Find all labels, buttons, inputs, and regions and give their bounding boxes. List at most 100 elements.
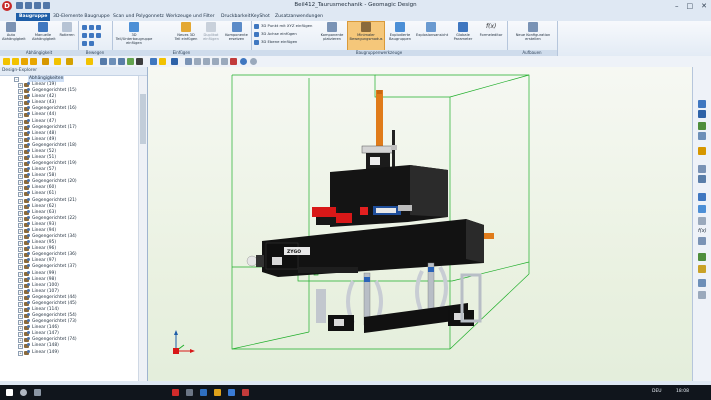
select-icon[interactable]	[3, 58, 10, 65]
constraint-icon	[24, 136, 30, 142]
highlight-icon[interactable]	[86, 58, 93, 65]
browser-taskbar-icon[interactable]	[228, 389, 235, 396]
global-parameters-button[interactable]: Globale Parameter	[451, 22, 475, 41]
select-edge-icon[interactable]	[30, 58, 37, 65]
scene-icon[interactable]	[698, 279, 706, 287]
constraint-icon	[24, 258, 30, 264]
paste-icon[interactable]	[203, 58, 210, 65]
insert-plane-button[interactable]: 3D Ebene einfügen	[254, 39, 297, 45]
constraint-icon	[24, 155, 30, 161]
tree-item[interactable]: + Linear (149)	[0, 349, 138, 356]
filter-icon[interactable]	[42, 58, 49, 65]
exploded-assemblies-button[interactable]: Explodierte Baugruppen	[386, 22, 414, 41]
explosion-view-button[interactable]: Explosionsansicht	[416, 22, 448, 37]
new-part-button[interactable]: Neues 3D Teil einfügen	[174, 22, 198, 41]
minimize-icon[interactable]: –	[675, 2, 679, 10]
model-canvas[interactable]: ZYGO	[148, 67, 692, 381]
app-taskbar-icon-3[interactable]	[242, 389, 249, 396]
3d-viewport[interactable]: ZYGO	[148, 67, 692, 381]
insert-axis-button[interactable]: 3D Achse einfügen	[254, 31, 297, 37]
start-icon[interactable]	[6, 389, 13, 396]
replace-icon	[231, 22, 242, 32]
pan-icon[interactable]	[698, 165, 706, 173]
render-icon[interactable]	[127, 58, 134, 65]
print-icon[interactable]	[185, 58, 192, 65]
minimal-motion-button[interactable]: Minimaler Bewegungsmodus	[347, 21, 385, 51]
title-bar: D Beil412_Taurusmechanik - Geomagic Desi…	[0, 0, 711, 12]
sphere-icon[interactable]	[250, 58, 257, 65]
zoom-icon[interactable]	[698, 147, 706, 155]
constraint-icon	[24, 197, 30, 203]
lighting-icon[interactable]	[159, 58, 166, 65]
fit-view-icon[interactable]	[698, 193, 706, 201]
duplicate-button[interactable]: Duplikat einfügen	[200, 22, 222, 41]
sketch-icon[interactable]	[698, 205, 706, 213]
insert-subassembly-button[interactable]: 3D Teil/Unterbaugruppe einfügen	[114, 22, 154, 45]
copy-icon[interactable]	[194, 58, 201, 65]
link-icon[interactable]	[66, 58, 73, 65]
ruler-icon[interactable]	[698, 217, 706, 225]
parts-icon[interactable]	[698, 237, 706, 245]
select-part-icon[interactable]	[12, 58, 19, 65]
move-tools[interactable]	[82, 24, 103, 30]
shaded-icon[interactable]	[150, 58, 157, 65]
tab-3d-elemente[interactable]: 3D-Elemente Baugruppe	[50, 13, 113, 21]
move-tools-2[interactable]	[82, 32, 103, 38]
maximize-icon[interactable]: □	[687, 2, 694, 10]
search-icon[interactable]	[20, 389, 27, 396]
expand-icon[interactable]: +	[18, 350, 23, 356]
auto-constraint-button[interactable]: Auto Abhängigkeit	[2, 22, 26, 41]
select-face-icon[interactable]	[21, 58, 28, 65]
task-view-icon[interactable]	[34, 389, 41, 396]
section-icon[interactable]	[118, 58, 125, 65]
constraint-icon	[24, 209, 30, 215]
cut-icon[interactable]	[212, 58, 219, 65]
constraint-icon	[24, 282, 30, 288]
auto-constraint-icon	[6, 22, 16, 32]
view-iso-icon[interactable]	[698, 100, 706, 108]
material-icon[interactable]	[698, 253, 706, 261]
replace-component-button[interactable]: Komponente ersetzen	[224, 22, 249, 41]
clock[interactable]: 18:08	[676, 389, 689, 394]
tab-werkzeuge[interactable]: Werkzeuge und Filter	[163, 13, 218, 21]
place-component-button[interactable]: Komponente platzieren	[317, 22, 347, 41]
settings-icon[interactable]	[698, 291, 706, 299]
manual-constraint-button[interactable]: Manuelle Abhängigkeit	[32, 22, 56, 41]
display-mode-icon[interactable]	[136, 58, 143, 65]
rotate-button[interactable]: Rotieren	[58, 22, 76, 37]
explorer-taskbar-icon[interactable]	[214, 389, 221, 396]
close-icon[interactable]: ✕	[701, 2, 707, 10]
orbit-icon[interactable]	[698, 175, 706, 183]
constraint-icon	[24, 227, 30, 233]
formula-editor-button[interactable]: f(x) Formeleditor	[477, 22, 505, 37]
view-cube-icon[interactable]	[100, 58, 107, 65]
globe-icon[interactable]	[240, 58, 247, 65]
view-side-icon[interactable]	[698, 132, 706, 140]
language-indicator[interactable]: DEU	[652, 389, 662, 394]
tab-keyshot[interactable]: KeyShot	[248, 13, 273, 21]
formula-side-icon[interactable]: f(x)	[698, 227, 707, 235]
app-taskbar-icon-2[interactable]	[200, 389, 207, 396]
grid-icon[interactable]	[221, 58, 228, 65]
delete-icon[interactable]	[230, 58, 237, 65]
scrollbar-thumb[interactable]	[140, 94, 146, 144]
constraint-icon	[24, 306, 30, 312]
view-front-icon[interactable]	[698, 110, 706, 118]
texture-icon[interactable]	[698, 265, 706, 273]
explorer-scrollbar[interactable]	[138, 76, 147, 381]
new-configuration-button[interactable]: Neue Konfiguration erstellen	[512, 22, 554, 41]
constraint-icon	[24, 246, 30, 252]
select-all-icon[interactable]	[54, 58, 61, 65]
constraint-icon	[24, 313, 30, 319]
view-top-icon[interactable]	[698, 122, 706, 130]
tab-baugruppe[interactable]: Baugruppe	[16, 13, 51, 21]
geomagic-taskbar-icon[interactable]	[172, 389, 179, 396]
app-taskbar-icon-1[interactable]	[186, 389, 193, 396]
insert-point-button[interactable]: 3D Punkt mit XYZ einfügen	[254, 23, 312, 29]
move-tools-3[interactable]	[82, 40, 96, 46]
tab-scan[interactable]: Scan und Polygonnetz	[110, 13, 167, 21]
tab-zusatzanwendungen[interactable]: Zusatzanwendungen	[272, 13, 326, 21]
camera-icon[interactable]	[171, 58, 178, 65]
measure-icon[interactable]	[109, 58, 116, 65]
constraint-icon	[24, 294, 30, 300]
